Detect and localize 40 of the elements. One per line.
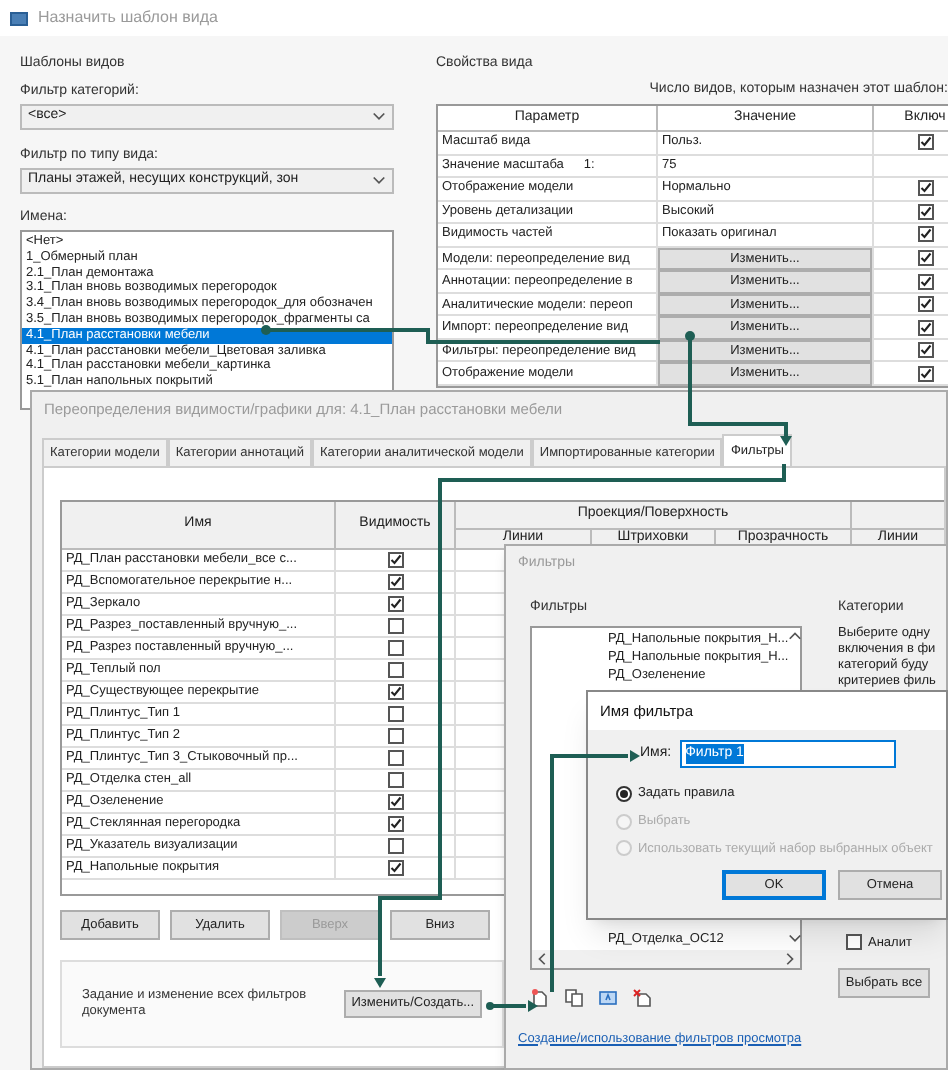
checkbox[interactable] xyxy=(387,684,403,700)
checkbox[interactable] xyxy=(387,596,403,612)
checkbox[interactable] xyxy=(918,250,934,267)
checkbox[interactable] xyxy=(387,618,403,634)
checkbox[interactable] xyxy=(918,134,934,151)
checkbox[interactable] xyxy=(387,794,403,810)
window-title: Назначить шаблон вида xyxy=(38,6,218,30)
checkbox[interactable] xyxy=(387,838,403,854)
checkbox[interactable] xyxy=(918,319,934,336)
rename-icon[interactable] xyxy=(598,987,618,1007)
scroll-up-icon[interactable] xyxy=(788,629,803,643)
horizontal-scrollbar[interactable] xyxy=(532,949,800,967)
checkbox[interactable] xyxy=(387,552,403,568)
connector-arrow xyxy=(486,1000,538,1012)
checkbox[interactable] xyxy=(387,816,403,832)
checkbox[interactable] xyxy=(918,203,934,220)
scroll-right-icon[interactable] xyxy=(782,951,796,965)
scroll-left-icon[interactable] xyxy=(536,951,550,965)
checkbox[interactable] xyxy=(387,706,403,722)
delete-icon[interactable] xyxy=(632,987,652,1007)
checkbox[interactable] xyxy=(387,640,403,656)
checkbox[interactable] xyxy=(387,574,403,590)
checkbox[interactable] xyxy=(918,226,934,243)
checkbox[interactable] xyxy=(918,180,934,197)
dropdown-chevron-icon[interactable] xyxy=(372,110,386,124)
checkbox[interactable] xyxy=(846,934,862,951)
checkbox[interactable] xyxy=(918,342,934,359)
checkbox[interactable] xyxy=(387,728,403,744)
new-document-icon[interactable] xyxy=(530,987,550,1007)
checkbox[interactable] xyxy=(918,296,934,313)
checkbox[interactable] xyxy=(387,860,403,876)
scroll-down-icon[interactable] xyxy=(788,931,803,945)
checkbox[interactable] xyxy=(918,273,934,290)
dropdown-chevron-icon[interactable] xyxy=(372,174,386,188)
copy-icon[interactable] xyxy=(564,987,584,1007)
checkbox[interactable] xyxy=(387,772,403,788)
checkbox[interactable] xyxy=(387,662,403,678)
checkbox[interactable] xyxy=(918,365,934,382)
app-icon xyxy=(10,11,28,25)
checkbox[interactable] xyxy=(387,750,403,766)
